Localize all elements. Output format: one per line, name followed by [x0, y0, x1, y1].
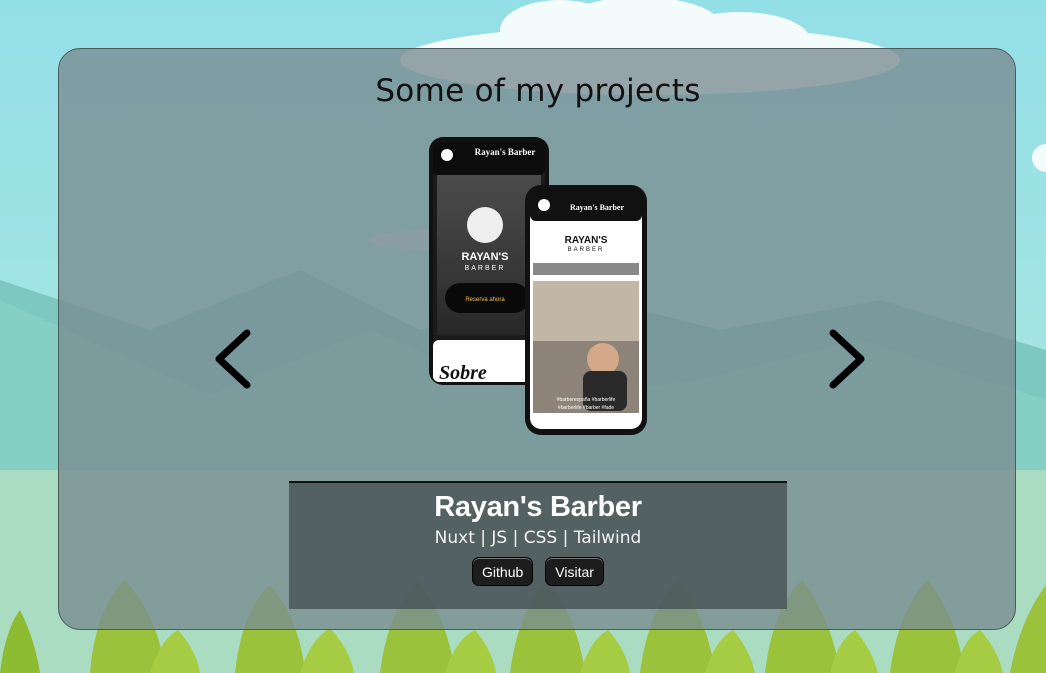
front-phone-caption-1: #barberespaña #barberlife [557, 397, 616, 403]
project-actions: Github Visitar [289, 557, 787, 586]
front-phone-brand-sub: BARBER [568, 247, 605, 253]
front-phone-header: Rayan's Barber [570, 203, 624, 212]
github-button[interactable]: Github [472, 557, 534, 586]
project-info-panel: Rayan's Barber Nuxt | JS | CSS | Tailwin… [289, 481, 787, 609]
chevron-right-icon[interactable] [823, 327, 871, 391]
project-name: Rayan's Barber [434, 491, 642, 523]
front-phone-caption-2: #barberlife #barber #fade [558, 405, 614, 411]
phone-front: Rayan's Barber RAYAN'S BARBER #barberesp… [525, 185, 647, 435]
visit-button[interactable]: Visitar [545, 557, 604, 586]
project-tech-stack: Nuxt | JS | CSS | Tailwind [434, 528, 642, 548]
back-phone-brand-sub: BARBER [465, 265, 506, 272]
back-phone-header: Rayan's Barber [475, 147, 536, 157]
front-phone-brand: RAYAN'S [565, 235, 608, 246]
section-title: Some of my projects [375, 73, 701, 109]
projects-card: Some of my projects Rayan's Barber RAYAN… [58, 48, 1016, 630]
back-phone-brand: RAYAN'S [461, 251, 508, 263]
project-screenshot: Rayan's Barber RAYAN'S BARBER Reserva ah… [429, 137, 647, 435]
back-phone-section: Sobre [439, 362, 487, 384]
chevron-left-icon[interactable] [209, 327, 257, 391]
back-phone-cta: Reserva ahora [465, 297, 505, 303]
